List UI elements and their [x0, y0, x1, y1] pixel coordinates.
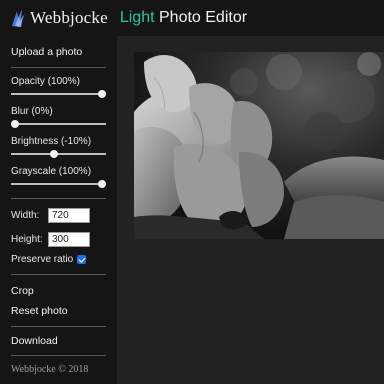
upload-photo-link[interactable]: Upload a photo [11, 46, 106, 58]
slider-track [11, 183, 106, 185]
divider [11, 274, 106, 275]
app-header: Webbjocke Light Photo Editor [0, 0, 384, 36]
divider [11, 198, 106, 199]
width-row: Width: [11, 208, 106, 223]
preserve-ratio-row: Preserve ratio [11, 254, 106, 265]
width-input[interactable] [48, 208, 90, 223]
slider-handle[interactable] [11, 120, 19, 128]
crop-link[interactable]: Crop [11, 285, 106, 297]
preserve-ratio-checkbox[interactable] [77, 255, 87, 264]
photo-preview[interactable] [134, 52, 384, 239]
brightness-label: Brightness (-10%) [11, 136, 92, 147]
slider-handle[interactable] [98, 180, 106, 188]
grayscale-slider[interactable] [11, 180, 106, 188]
height-label: Height: [11, 234, 43, 245]
slider-track [11, 153, 106, 155]
flower-photo [134, 52, 384, 239]
slider-track [11, 123, 106, 125]
sidebar: Upload a photo Opacity (100%) Blur (0%) … [0, 36, 117, 384]
opacity-label: Opacity (100%) [11, 76, 80, 87]
app-title-rest: Photo Editor [159, 9, 248, 26]
brightness-slider[interactable] [11, 150, 106, 158]
blur-control: Blur (0%) [11, 106, 106, 128]
logo-icon [12, 9, 25, 27]
reset-photo-link[interactable]: Reset photo [11, 305, 106, 317]
brand-name[interactable]: Webbjocke [30, 8, 108, 28]
slider-track [11, 93, 106, 95]
copyright-text: Webbjocke © 2018 [11, 364, 89, 375]
app-title: Light Photo Editor [120, 9, 247, 27]
height-input[interactable] [48, 232, 90, 247]
divider [11, 67, 106, 68]
app-title-light: Light [119, 9, 155, 26]
blur-slider[interactable] [11, 120, 106, 128]
preserve-ratio-label: Preserve ratio [11, 254, 74, 265]
grayscale-control: Grayscale (100%) [11, 166, 106, 188]
canvas-area [117, 36, 384, 384]
opacity-slider[interactable] [11, 90, 106, 98]
slider-handle[interactable] [49, 150, 58, 158]
opacity-control: Opacity (100%) [11, 76, 106, 98]
grayscale-label: Grayscale (100%) [11, 166, 92, 177]
height-row: Height: [11, 232, 106, 247]
brightness-control: Brightness (-10%) [11, 136, 106, 158]
divider [11, 355, 106, 356]
blur-label: Blur (0%) [11, 106, 53, 117]
divider [11, 326, 106, 327]
download-link[interactable]: Download [11, 335, 106, 347]
slider-handle[interactable] [98, 90, 106, 98]
width-label: Width: [11, 210, 40, 221]
